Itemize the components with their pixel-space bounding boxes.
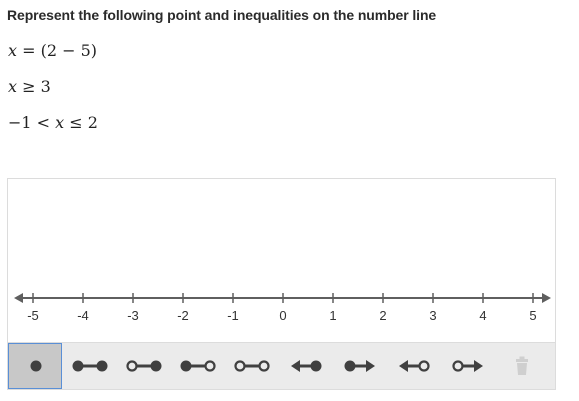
number-line-panel[interactable]: -5 -4 -3 -2 -1 0 1 2 3 4 5 bbox=[7, 178, 556, 343]
question-prompt: Represent the following point and inequa… bbox=[7, 7, 437, 23]
right-ray-closed-tool[interactable] bbox=[333, 343, 387, 389]
equation-point: x = (2 − 5) bbox=[8, 41, 97, 60]
delete-tool[interactable] bbox=[495, 343, 549, 389]
tick-label: 1 bbox=[329, 308, 336, 323]
tick-label: 0 bbox=[279, 308, 286, 323]
closed-point-icon bbox=[30, 360, 42, 372]
equation-inequality-2: −1 < x ≤ 2 bbox=[8, 113, 98, 132]
tool-bar bbox=[7, 343, 556, 390]
closed-open-segment-icon bbox=[180, 360, 216, 372]
number-line[interactable]: -5 -4 -3 -2 -1 0 1 2 3 4 5 bbox=[8, 179, 557, 344]
tick-label: 3 bbox=[429, 308, 436, 323]
eq3-variable: x bbox=[55, 113, 65, 132]
open-closed-segment-icon bbox=[126, 360, 162, 372]
tick-label: -1 bbox=[227, 308, 239, 323]
right-ray-closed-icon bbox=[344, 360, 375, 372]
open-closed-segment-tool[interactable] bbox=[117, 343, 171, 389]
tick-label: -4 bbox=[77, 308, 89, 323]
right-ray-open-tool[interactable] bbox=[441, 343, 495, 389]
eq3-prefix: −1 < bbox=[8, 113, 56, 132]
eq1-expression: = (2 − 5) bbox=[17, 41, 98, 60]
trash-icon bbox=[516, 356, 528, 375]
tick-label: 5 bbox=[529, 308, 536, 323]
open-open-segment-icon bbox=[234, 360, 270, 372]
tick-label: -2 bbox=[177, 308, 189, 323]
eq2-variable: x bbox=[8, 77, 18, 96]
left-ray-closed-icon bbox=[291, 360, 322, 372]
tick-label: -5 bbox=[27, 308, 39, 323]
closed-open-segment-tool[interactable] bbox=[171, 343, 225, 389]
point-tool[interactable] bbox=[8, 343, 62, 389]
left-ray-closed-tool[interactable] bbox=[279, 343, 333, 389]
left-ray-open-tool[interactable] bbox=[387, 343, 441, 389]
right-arrow-icon bbox=[542, 293, 551, 303]
tick-label: -3 bbox=[127, 308, 139, 323]
left-ray-open-icon bbox=[399, 360, 430, 372]
right-ray-open-icon bbox=[452, 360, 483, 372]
tick-label: 2 bbox=[379, 308, 386, 323]
tick-label: 4 bbox=[479, 308, 486, 323]
eq3-expression: ≤ 2 bbox=[64, 113, 98, 132]
equation-inequality-1: x ≥ 3 bbox=[8, 77, 51, 96]
eq1-variable: x bbox=[8, 41, 18, 60]
eq2-expression: ≥ 3 bbox=[17, 77, 51, 96]
closed-closed-segment-tool[interactable] bbox=[63, 343, 117, 389]
open-open-segment-tool[interactable] bbox=[225, 343, 279, 389]
left-arrow-icon bbox=[14, 293, 23, 303]
closed-closed-segment-icon bbox=[72, 360, 108, 372]
